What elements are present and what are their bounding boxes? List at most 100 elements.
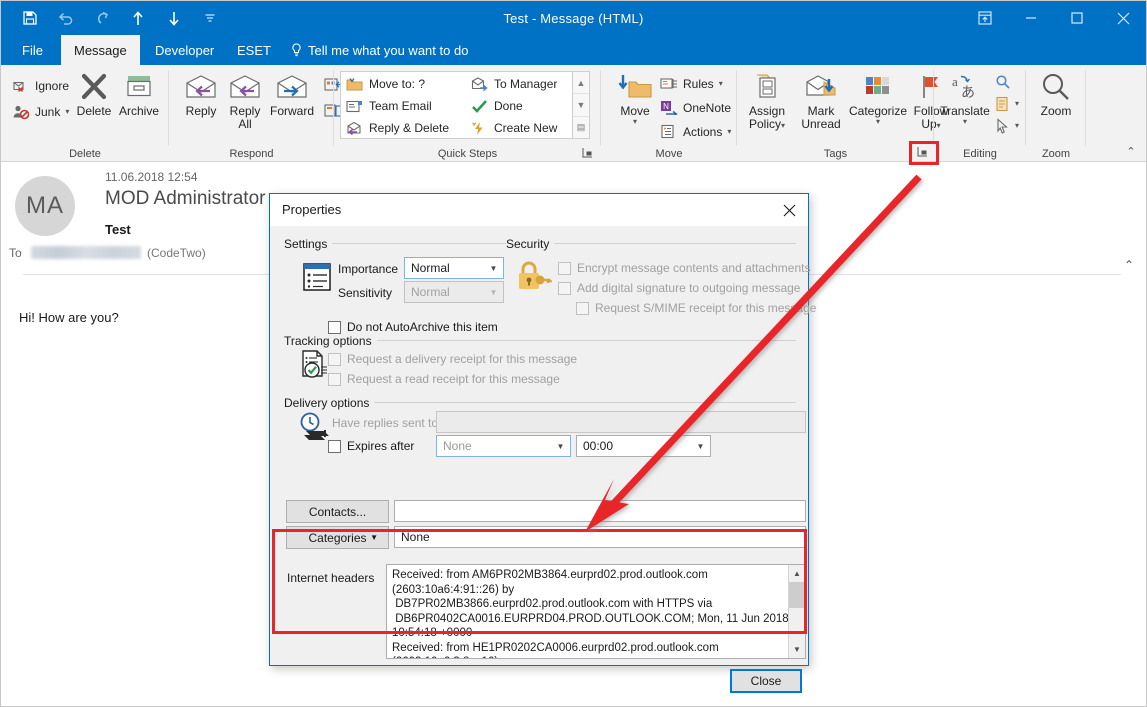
tracking-receipt-icon: [298, 349, 330, 386]
categories-input[interactable]: None: [394, 526, 806, 548]
categorize-swatches-icon: [861, 69, 895, 105]
archive-label: Archive: [118, 104, 159, 118]
smime-receipt-checkbox[interactable]: [576, 302, 589, 315]
select-pointer-button[interactable]: ▾: [992, 115, 1022, 136]
quick-steps-more-icon[interactable]: ▤: [573, 115, 589, 138]
group-label-delete: Delete: [69, 148, 101, 160]
mark-unread-button[interactable]: Mark Unread: [797, 69, 845, 141]
chevron-down-icon: ▾: [727, 126, 732, 136]
quick-step-team-email[interactable]: Team Email: [344, 95, 432, 117]
expires-time-select[interactable]: 00:00 ▼: [576, 435, 711, 457]
tell-me-label: Tell me what you want to do: [308, 42, 469, 58]
zoom-button[interactable]: Zoom: [1028, 69, 1084, 141]
select-document-button[interactable]: ▾: [992, 93, 1022, 114]
collapse-ribbon-icon[interactable]: ⌃: [1122, 142, 1140, 160]
chevron-down-icon: ▾: [1015, 98, 1020, 108]
digital-signature-checkbox[interactable]: [558, 282, 571, 295]
ribbon-group-respond: Reply Reply All Forward ▾: [169, 65, 352, 162]
internet-headers-text: Received: from AM6PR02MB3864.eurprd02.pr…: [392, 569, 789, 658]
contacts-button[interactable]: Contacts...: [286, 500, 389, 523]
scroll-up-icon[interactable]: ▲: [573, 72, 589, 93]
expand-header-icon[interactable]: ⌃: [1124, 258, 1134, 272]
expires-date-select[interactable]: None ▼: [436, 435, 571, 457]
importance-select[interactable]: Normal ▼: [404, 257, 504, 279]
minimize-icon[interactable]: [1008, 1, 1054, 35]
tracking-legend: Tracking options: [284, 334, 377, 348]
ignore-button[interactable]: Ignore: [9, 75, 72, 96]
categories-button[interactable]: Categories ▼: [286, 526, 389, 549]
tab-eset[interactable]: ESET: [224, 35, 284, 65]
chevron-down-icon: ▼: [489, 287, 498, 297]
do-not-autoarchive-label: Do not AutoArchive this item: [347, 320, 498, 334]
quick-step-move-to[interactable]: Move to: ?: [344, 73, 425, 95]
tell-me-search[interactable]: Tell me what you want to do: [278, 35, 481, 65]
translate-button[interactable]: aあ Translate ▾: [936, 69, 994, 141]
sensitivity-label: Sensitivity: [338, 286, 393, 300]
quick-step-done[interactable]: Done: [469, 95, 523, 117]
tags-dialog-launcher[interactable]: [915, 144, 930, 159]
do-not-autoarchive-checkbox[interactable]: [328, 321, 341, 334]
have-replies-sent-to-input[interactable]: [436, 411, 806, 433]
tab-file[interactable]: File: [9, 35, 56, 65]
quick-step-label: Done: [494, 99, 523, 113]
dialog-close-icon[interactable]: [774, 197, 804, 223]
tab-developer[interactable]: Developer: [142, 35, 227, 65]
chevron-down-icon: ▾: [632, 117, 637, 126]
sensitivity-select[interactable]: Normal ▼: [404, 281, 504, 303]
quick-steps-dialog-launcher[interactable]: [580, 145, 595, 160]
lightbulb-icon: [291, 43, 302, 57]
chevron-down-icon: ▾: [962, 117, 967, 126]
internet-headers-scrollbar[interactable]: ▲ ▼: [788, 565, 805, 658]
find-button[interactable]: [992, 71, 1014, 92]
scrollbar-thumb[interactable]: [789, 582, 805, 608]
rules-button[interactable]: Rules ▾: [657, 73, 726, 94]
group-label-editing: Editing: [963, 148, 997, 160]
read-receipt-checkbox[interactable]: [328, 373, 341, 386]
dialog-title: Properties: [282, 202, 342, 217]
close-icon[interactable]: [1100, 1, 1146, 35]
scroll-up-icon[interactable]: ▲: [789, 565, 805, 582]
scroll-down-icon[interactable]: ▼: [789, 641, 805, 658]
avatar: MA: [15, 176, 75, 236]
quick-steps-scrollbar[interactable]: ▲ ▼ ▤: [572, 72, 589, 138]
dialog-body: Settings Importance Normal ▼ Sensitivity…: [270, 226, 816, 693]
reply-all-envelope-icon: [228, 69, 262, 105]
assign-policy-icon: [751, 69, 783, 105]
ribbon-group-delete: Ignore Junk ▾ Delete Archive Delete: [1, 65, 169, 162]
group-label-quick-steps: Quick Steps: [437, 148, 498, 160]
junk-button[interactable]: Junk ▾: [9, 101, 72, 122]
tab-message[interactable]: Message: [61, 35, 140, 65]
onenote-button[interactable]: N OneNote: [657, 97, 734, 118]
importance-value: Normal: [411, 261, 450, 275]
forward-label: Forward: [269, 104, 314, 118]
move-button[interactable]: Move ▾: [607, 69, 663, 141]
dialog-close-button[interactable]: Close: [730, 669, 802, 693]
quick-step-to-manager[interactable]: To Manager: [469, 73, 557, 95]
chevron-down-icon: ▾: [1015, 120, 1020, 130]
contacts-input[interactable]: [394, 500, 806, 522]
message-date: 11.06.2018 12:54: [105, 170, 198, 184]
scroll-down-icon[interactable]: ▼: [573, 93, 589, 115]
maximize-icon[interactable]: [1054, 1, 1100, 35]
settings-legend: Settings: [284, 237, 333, 251]
expires-after-label: Expires after: [347, 439, 415, 453]
internet-headers-textarea[interactable]: Received: from AM6PR02MB3864.eurprd02.pr…: [386, 564, 806, 659]
expires-after-checkbox[interactable]: [328, 440, 341, 453]
forward-button[interactable]: Forward: [261, 69, 323, 141]
ribbon: Ignore Junk ▾ Delete Archive Delete Repl…: [1, 65, 1146, 162]
quick-step-label: Create New: [494, 121, 558, 135]
ribbon-tab-bar: File Message Developer ESET Tell me what…: [1, 35, 1146, 65]
actions-button[interactable]: Actions ▾: [657, 121, 734, 142]
assign-policy-button[interactable]: Assign Policy▾: [739, 69, 795, 141]
security-legend: Security: [506, 237, 555, 251]
quick-step-create-new[interactable]: Create New: [469, 117, 557, 139]
group-separator: [1085, 71, 1086, 145]
delivery-receipt-checkbox[interactable]: [328, 353, 341, 366]
encrypt-checkbox[interactable]: [558, 262, 571, 275]
categorize-button[interactable]: Categorize ▾: [847, 69, 909, 141]
ribbon-display-options-icon[interactable]: [962, 1, 1008, 35]
quick-step-label: Move to: ?: [369, 77, 426, 91]
quick-step-reply-delete[interactable]: Reply & Delete: [344, 117, 449, 139]
chevron-down-icon: ▼: [370, 533, 378, 542]
archive-button[interactable]: Archive: [111, 69, 167, 141]
